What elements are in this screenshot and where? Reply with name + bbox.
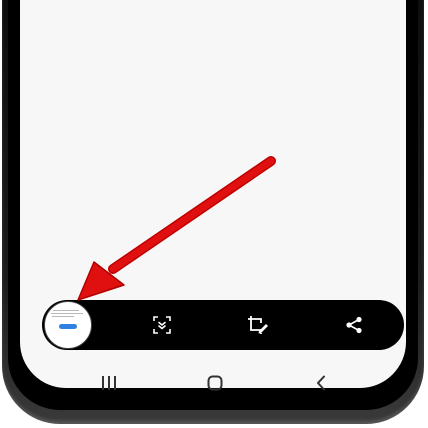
crop-edit-button[interactable] — [246, 313, 270, 337]
phone-screen — [20, 0, 406, 388]
share-button[interactable] — [342, 313, 366, 337]
scroll-capture-icon — [153, 316, 171, 334]
share-icon — [346, 316, 362, 334]
thumbnail-text-line — [53, 310, 79, 311]
scroll-capture-button[interactable] — [150, 313, 174, 337]
screenshot-thumbnail[interactable] — [44, 301, 92, 349]
stage — [0, 0, 428, 428]
recents-icon — [102, 376, 116, 390]
back-button[interactable] — [310, 372, 332, 394]
home-icon — [207, 375, 223, 391]
phone-bezel — [8, 0, 418, 410]
recents-button[interactable] — [98, 372, 120, 394]
crop-edit-icon — [248, 316, 268, 334]
phone-body — [2, 0, 424, 424]
home-button[interactable] — [204, 372, 226, 394]
thumbnail-text-line — [52, 316, 74, 317]
thumbnail-pill — [59, 324, 77, 329]
smart-capture-toolbar — [42, 300, 404, 350]
back-icon — [317, 375, 325, 391]
thumbnail-text-line — [51, 313, 83, 314]
